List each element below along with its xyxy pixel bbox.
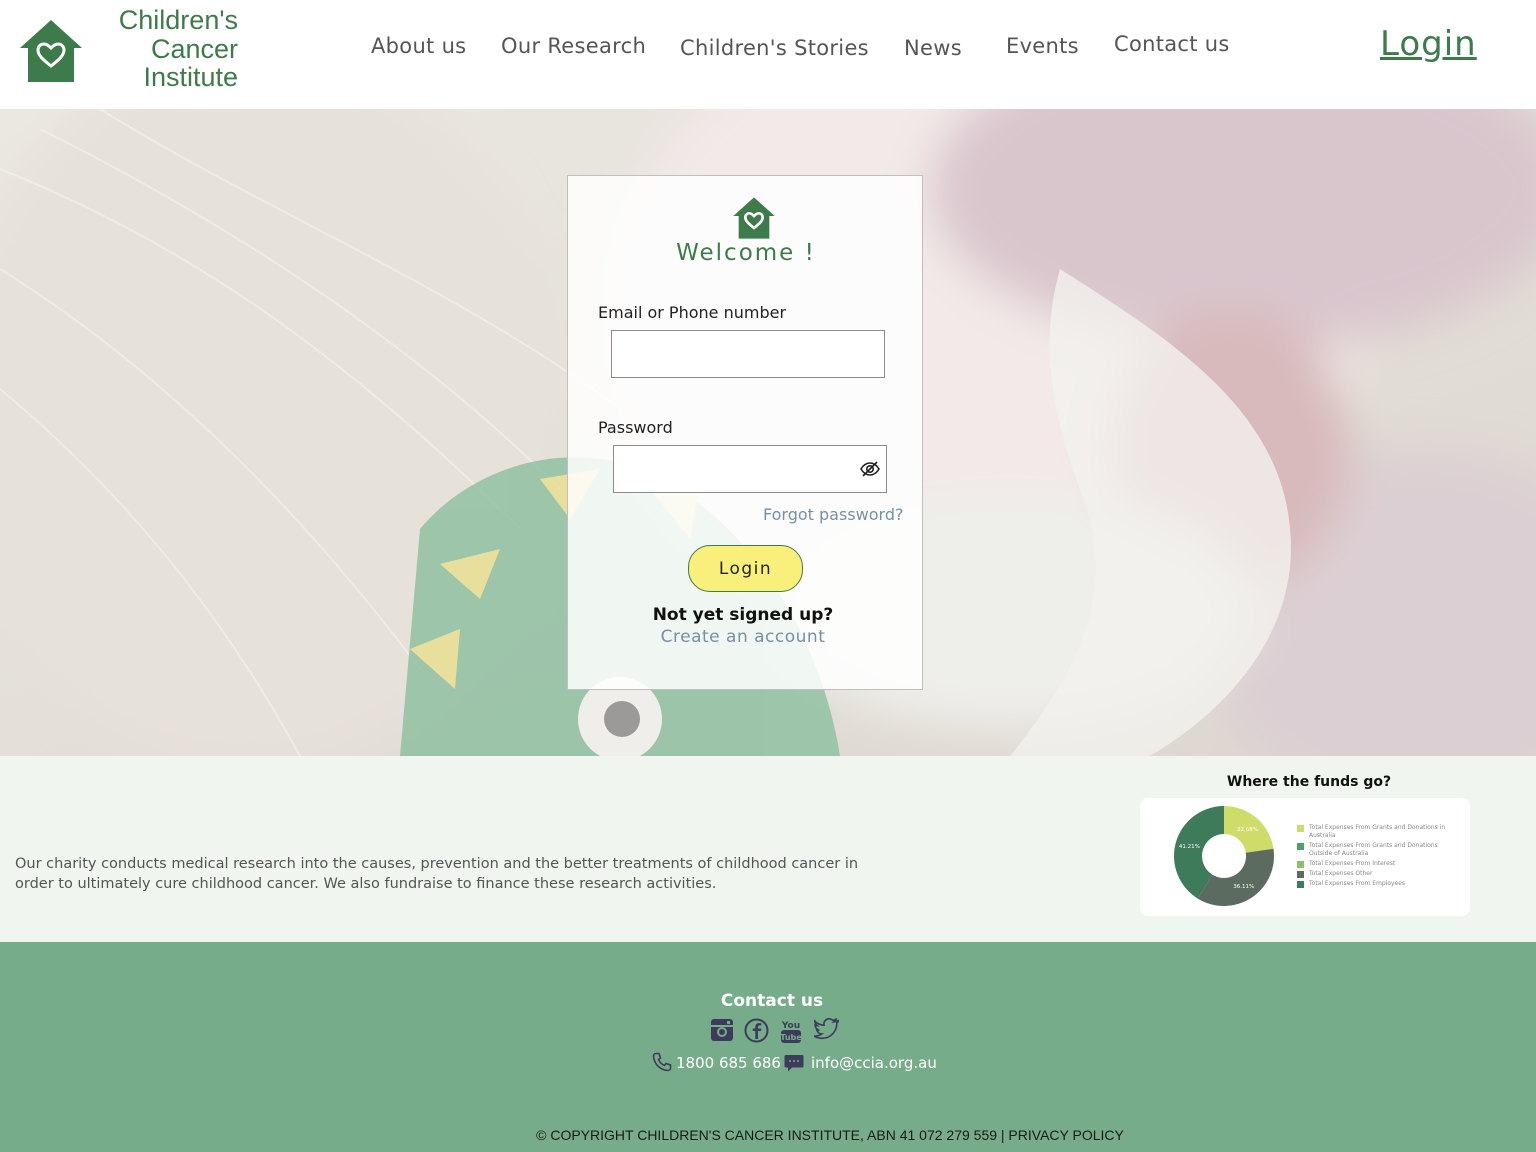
password-label: Password (598, 418, 673, 437)
funds-chart-title: Where the funds go? (1226, 774, 1392, 790)
nav-childrens-stories[interactable]: Children's Stories (680, 36, 869, 60)
phone-icon (652, 1052, 672, 1072)
login-button[interactable]: Login (688, 545, 803, 592)
nav-contact-us[interactable]: Contact us (1114, 32, 1230, 56)
logo-text: Children's Cancer Institute (68, 6, 238, 92)
email-address[interactable]: info@ccia.org.au (811, 1054, 937, 1072)
twitter-icon[interactable] (814, 1018, 839, 1040)
chart-legend: Total Expenses From Grants and Donations… (1297, 824, 1462, 890)
charity-description: Our charity conducts medical research in… (15, 856, 859, 892)
nav-about-us[interactable]: About us (371, 34, 466, 58)
legend-label: Total Expenses From Grants and Donations… (1309, 842, 1438, 857)
slice-label: 36.11% (1233, 884, 1254, 890)
phone-number[interactable]: 1800 685 686 (676, 1054, 781, 1072)
legend-item: Total Expenses From Grants and Donations… (1297, 842, 1462, 858)
forgot-password-link[interactable]: Forgot password? (763, 505, 903, 524)
legend-swatch (1297, 881, 1304, 888)
legend-item: Total Expenses Other (1297, 870, 1462, 878)
youtube-icon[interactable]: You Tube (780, 1018, 802, 1044)
legend-item: Total Expenses From Grants and Donations… (1297, 824, 1462, 840)
email-input[interactable] (611, 330, 885, 378)
password-input[interactable] (613, 445, 887, 493)
funds-donut-chart: 22.68% 36.11% 41.21% (1174, 806, 1274, 906)
logo-line: Cancer (150, 33, 238, 64)
slice-label: 41.21% (1179, 844, 1200, 850)
legend-label: Total Expenses From Interest (1309, 860, 1396, 867)
facebook-icon[interactable] (744, 1018, 769, 1043)
create-account-link[interactable]: Create an account (568, 627, 918, 647)
site-header: Children's Cancer Institute About us Our… (0, 0, 1536, 109)
legend-swatch (1297, 871, 1304, 878)
site-footer: Contact us You Tube 1800 685 686 info@cc… (0, 942, 1536, 1152)
nav-our-research[interactable]: Our Research (501, 34, 646, 58)
copyright-notice: © COPYRIGHT CHILDREN'S CANCER INSTITUTE,… (536, 1127, 1124, 1143)
logo-line: Children's (118, 5, 238, 35)
email-label: Email or Phone number (598, 303, 787, 322)
legend-swatch (1297, 843, 1304, 850)
info-section: Our charity conducts medical research in… (0, 756, 1536, 942)
message-icon (784, 1055, 804, 1072)
header-login-link[interactable]: Login (1380, 24, 1477, 64)
legend-swatch (1297, 861, 1304, 868)
legend-item: Total Expenses From Employees (1297, 880, 1462, 888)
site-logo[interactable]: Children's Cancer Institute (18, 6, 238, 96)
legend-label: Total Expenses From Grants and Donations… (1309, 824, 1446, 839)
svg-text:Tube: Tube (780, 1033, 802, 1042)
house-heart-icon (733, 197, 775, 239)
nav-news[interactable]: News (904, 36, 962, 60)
instagram-icon[interactable] (710, 1018, 734, 1042)
eye-off-icon[interactable] (859, 460, 881, 478)
welcome-heading: Welcome ! (676, 240, 816, 266)
legend-swatch (1297, 825, 1304, 832)
logo-line: Institute (143, 62, 238, 92)
slice-label: 22.68% (1237, 827, 1258, 833)
nav-events[interactable]: Events (1006, 34, 1079, 58)
funds-chart-card: 22.68% 36.11% 41.21% Total Expenses From G… (1140, 798, 1470, 916)
legend-item: Total Expenses From Interest (1297, 860, 1462, 868)
not-signed-up-text: Not yet signed up? (652, 605, 834, 625)
legend-label: Total Expenses Other (1309, 870, 1373, 877)
svg-text:You: You (781, 1021, 800, 1031)
footer-contact-title: Contact us (720, 991, 824, 1011)
legend-label: Total Expenses From Employees (1309, 880, 1406, 887)
login-card: Welcome ! Email or Phone number Password… (567, 175, 923, 690)
